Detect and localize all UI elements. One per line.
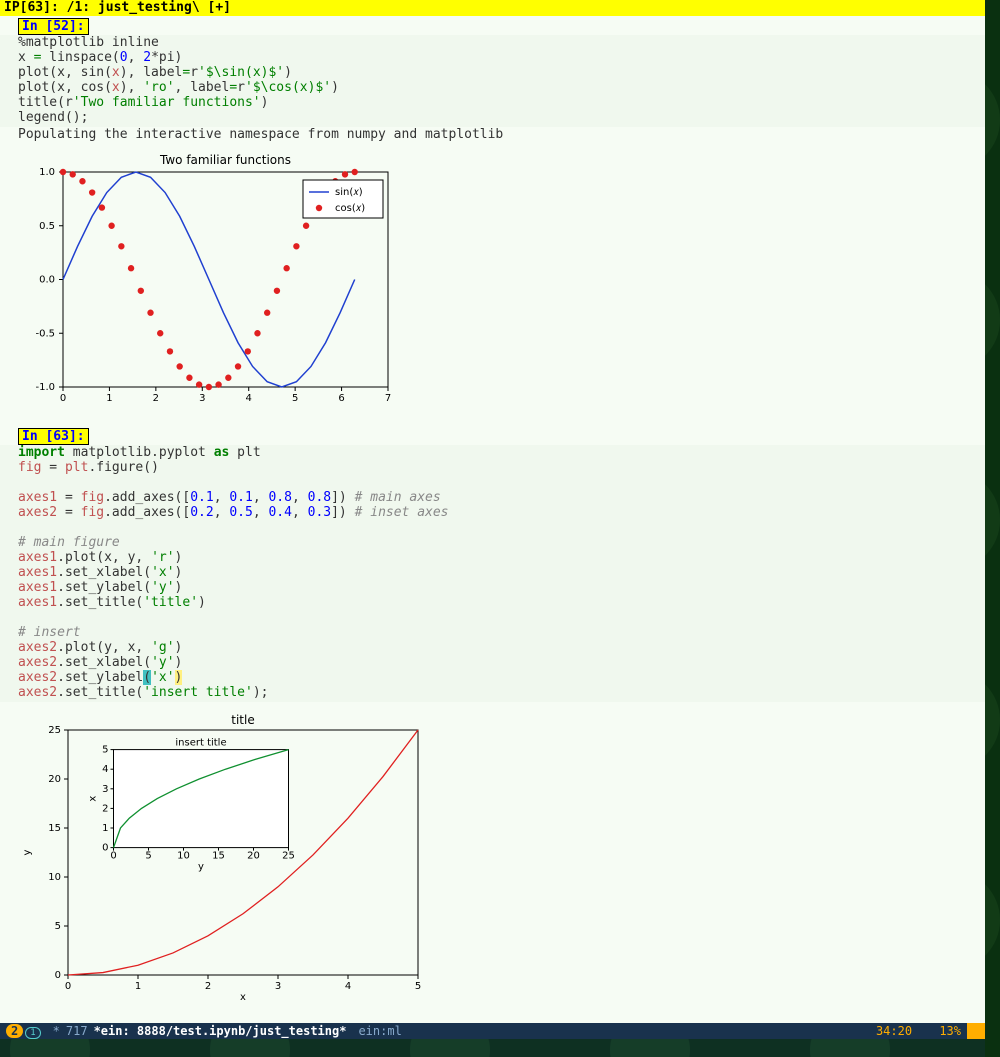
svg-text:sin(𝑥): sin(𝑥) xyxy=(335,187,363,198)
svg-text:15: 15 xyxy=(212,851,225,862)
chart-title-with-inset: 0 1 2 3 4 5 0 5 10 15 20 25 title x y 0 5 10 15 20 25 0 1 2 3 4 5 i… xyxy=(18,712,985,1006)
svg-text:title: title xyxy=(231,713,254,727)
svg-text:10: 10 xyxy=(48,872,61,883)
cell-prompt-63[interactable]: In [63]: xyxy=(18,428,89,445)
svg-text:1.0: 1.0 xyxy=(39,167,55,178)
cell-output-52: Populating the interactive namespace fro… xyxy=(0,127,985,142)
svg-text:7: 7 xyxy=(385,393,391,404)
svg-text:1: 1 xyxy=(106,393,112,404)
titlebar-text: IP[63]: /1: just_testing\ [+] xyxy=(4,0,231,15)
svg-text:10: 10 xyxy=(177,851,190,862)
chart-two-familiar-functions: 0 1 2 3 4 5 6 7 -1.0 -0.5 0.0 0.5 1.0 Two familiar fu… xyxy=(18,152,985,416)
statusbar: 21 * 717 *ein: 8888/test.ipynb/just_test… xyxy=(0,1023,985,1039)
svg-text:5: 5 xyxy=(55,921,61,932)
svg-text:y: y xyxy=(22,849,33,855)
svg-text:4: 4 xyxy=(102,764,108,775)
svg-text:3: 3 xyxy=(199,393,205,404)
svg-text:0.0: 0.0 xyxy=(39,275,55,286)
svg-text:Two familiar functions: Two familiar functions xyxy=(159,153,291,167)
svg-text:0: 0 xyxy=(65,981,71,992)
status-filename: *ein: 8888/test.ipynb/just_testing* xyxy=(88,1024,353,1038)
svg-text:3: 3 xyxy=(102,784,108,795)
code-cell-52[interactable]: %matplotlib inline x = linspace(0, 2*pi)… xyxy=(0,35,985,127)
svg-text:25: 25 xyxy=(282,851,295,862)
status-badge-2: 1 xyxy=(25,1027,40,1039)
svg-text:-0.5: -0.5 xyxy=(35,328,55,339)
svg-text:2: 2 xyxy=(153,393,159,404)
svg-text:0: 0 xyxy=(110,851,116,862)
svg-text:1: 1 xyxy=(135,981,141,992)
code-cell-63[interactable]: import matplotlib.pyplot as plt fig = pl… xyxy=(0,445,985,702)
svg-text:2: 2 xyxy=(205,981,211,992)
svg-text:15: 15 xyxy=(48,823,61,834)
svg-text:0.5: 0.5 xyxy=(39,221,55,232)
svg-text:4: 4 xyxy=(345,981,351,992)
svg-text:y: y xyxy=(198,862,204,873)
svg-text:4: 4 xyxy=(246,393,252,404)
svg-text:0: 0 xyxy=(102,843,108,854)
svg-text:x: x xyxy=(240,992,246,1002)
window-titlebar: IP[63]: /1: just_testing\ [+] xyxy=(0,0,985,16)
svg-text:5: 5 xyxy=(415,981,421,992)
svg-text:1: 1 xyxy=(102,823,108,834)
svg-text:6: 6 xyxy=(338,393,344,404)
editor-window: IP[63]: /1: just_testing\ [+] In [52]: %… xyxy=(0,0,985,1023)
svg-text:0: 0 xyxy=(55,970,61,981)
svg-text:0: 0 xyxy=(60,393,66,404)
status-end-block xyxy=(967,1023,985,1039)
status-line-number: 717 xyxy=(66,1024,88,1038)
svg-text:5: 5 xyxy=(292,393,298,404)
svg-text:20: 20 xyxy=(48,774,61,785)
status-badge-1: 2 xyxy=(6,1024,23,1038)
status-mode: ein:ml xyxy=(352,1024,407,1038)
svg-text:-1.0: -1.0 xyxy=(35,382,55,393)
svg-text:insert title: insert title xyxy=(175,738,226,749)
svg-text:cos(𝑥): cos(𝑥) xyxy=(335,203,365,214)
svg-text:5: 5 xyxy=(145,851,151,862)
status-modified-icon: * xyxy=(47,1024,66,1038)
svg-text:3: 3 xyxy=(275,981,281,992)
svg-text:5: 5 xyxy=(102,745,108,756)
svg-text:2: 2 xyxy=(102,803,108,814)
svg-text:x: x xyxy=(88,796,99,802)
svg-text:20: 20 xyxy=(247,851,260,862)
cell-prompt-52[interactable]: In [52]: xyxy=(18,18,89,35)
svg-text:25: 25 xyxy=(48,725,61,736)
status-percent: 13% xyxy=(939,1024,961,1038)
status-cursor-pos: 34:20 xyxy=(876,1024,912,1038)
